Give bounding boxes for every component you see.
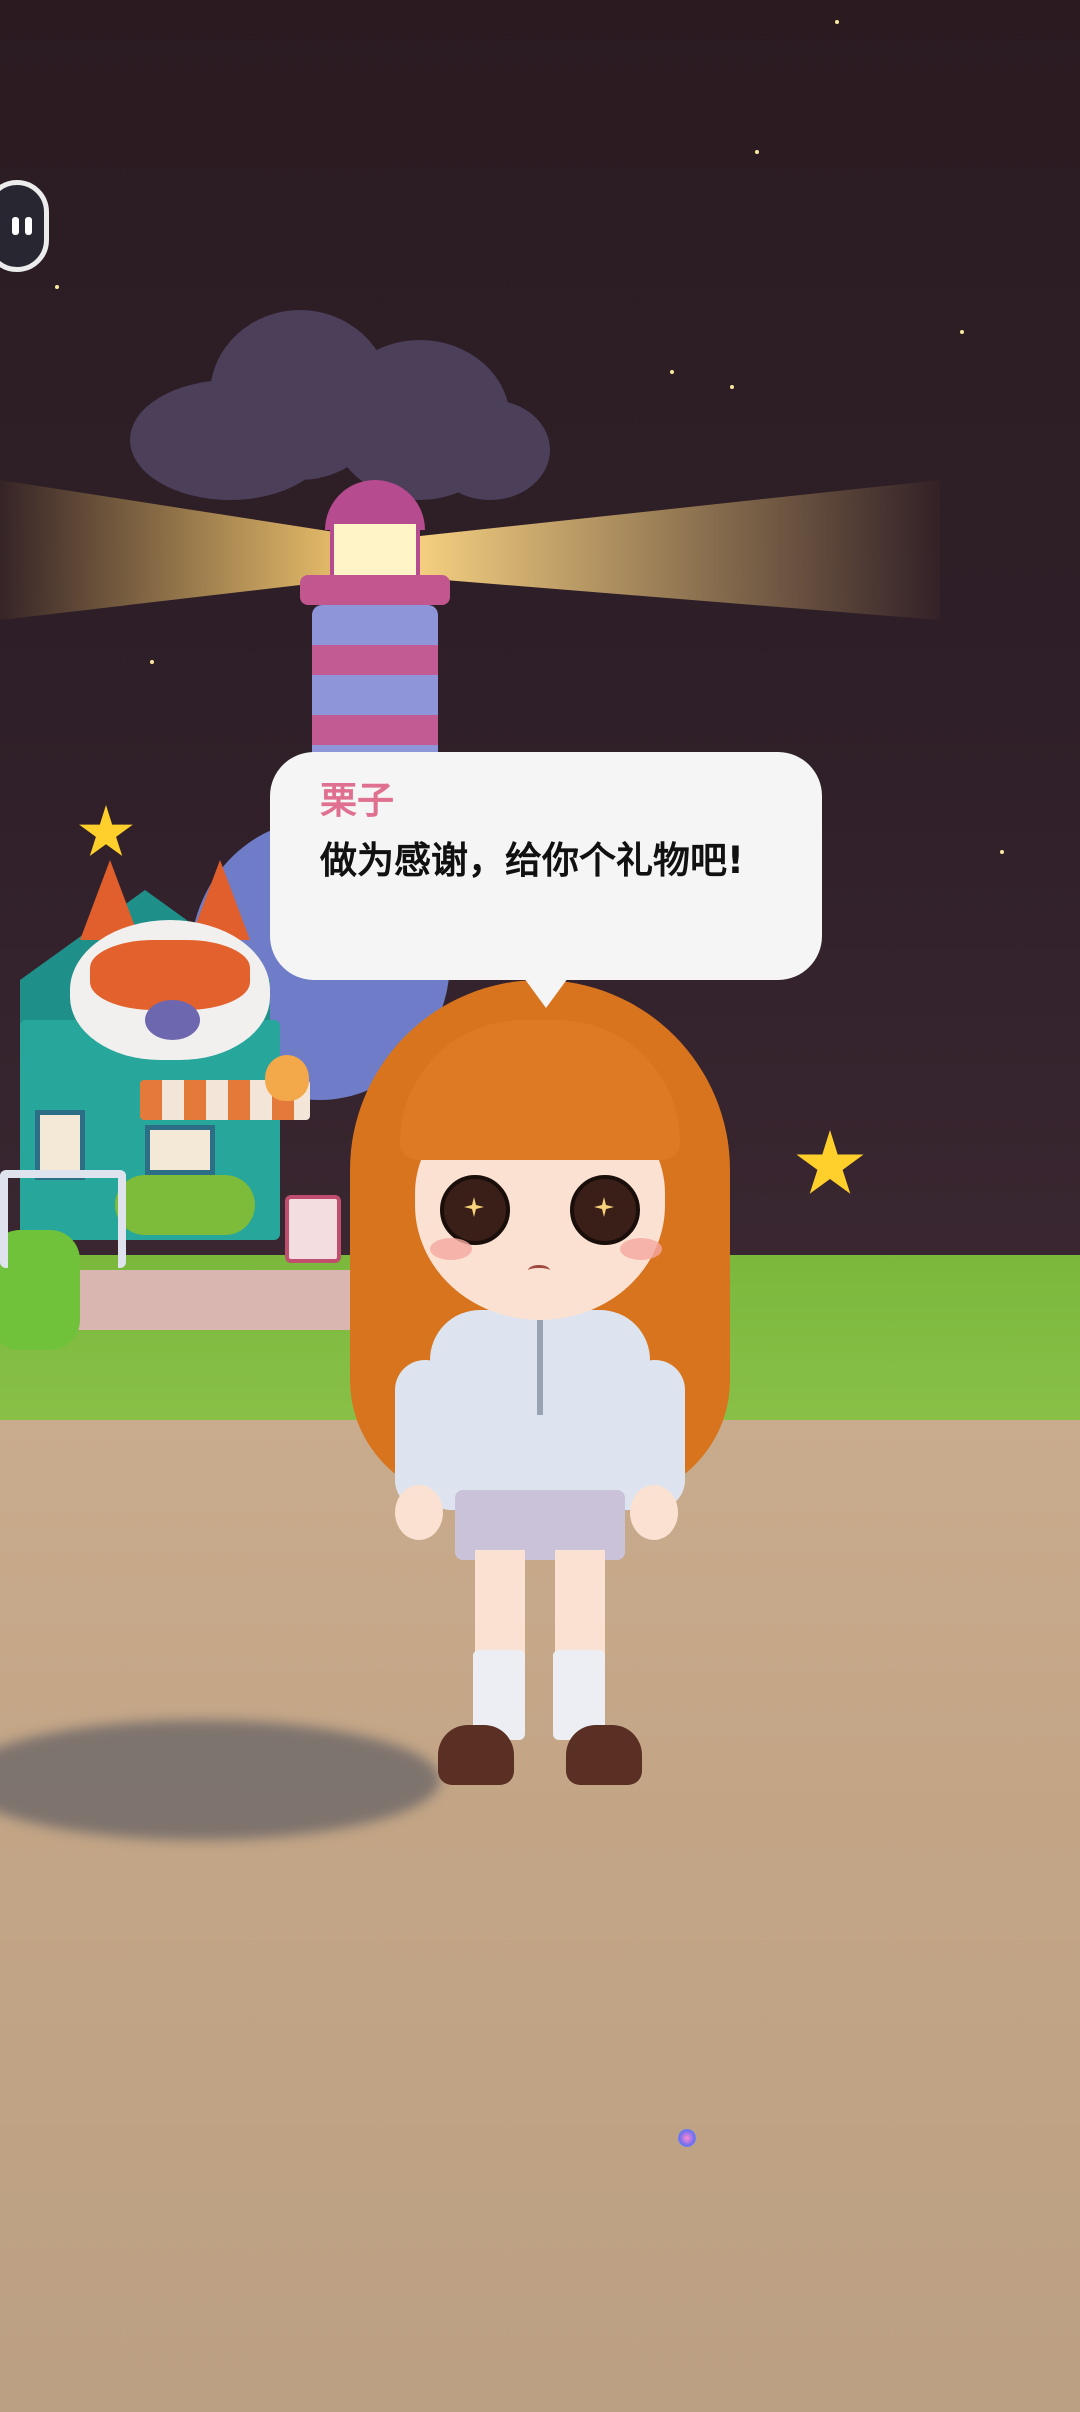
bush [115,1175,255,1235]
sky-star [730,385,734,389]
sky-star [1000,850,1004,854]
sky-star [835,20,839,24]
lighthouse [300,480,450,780]
pause-icon [25,217,32,235]
sky-star [150,660,154,664]
pause-icon [12,217,19,235]
npc-character-lizi[interactable] [330,980,750,1820]
bench [0,1170,126,1268]
cat-figure [265,1055,309,1101]
dialog-bubble[interactable]: 栗子 做为感谢，给你个礼物吧! [270,752,822,1008]
sky-star [755,150,759,154]
speaker-name: 栗子 [320,779,394,822]
pause-button[interactable] [0,180,49,272]
sky-star [960,330,964,334]
dialog-text: 做为感谢，给你个礼物吧! [320,839,744,882]
sparkle-orb [678,2129,696,2147]
game-scene [0,0,1080,2412]
sky-star [55,285,59,289]
sky-star [670,370,674,374]
